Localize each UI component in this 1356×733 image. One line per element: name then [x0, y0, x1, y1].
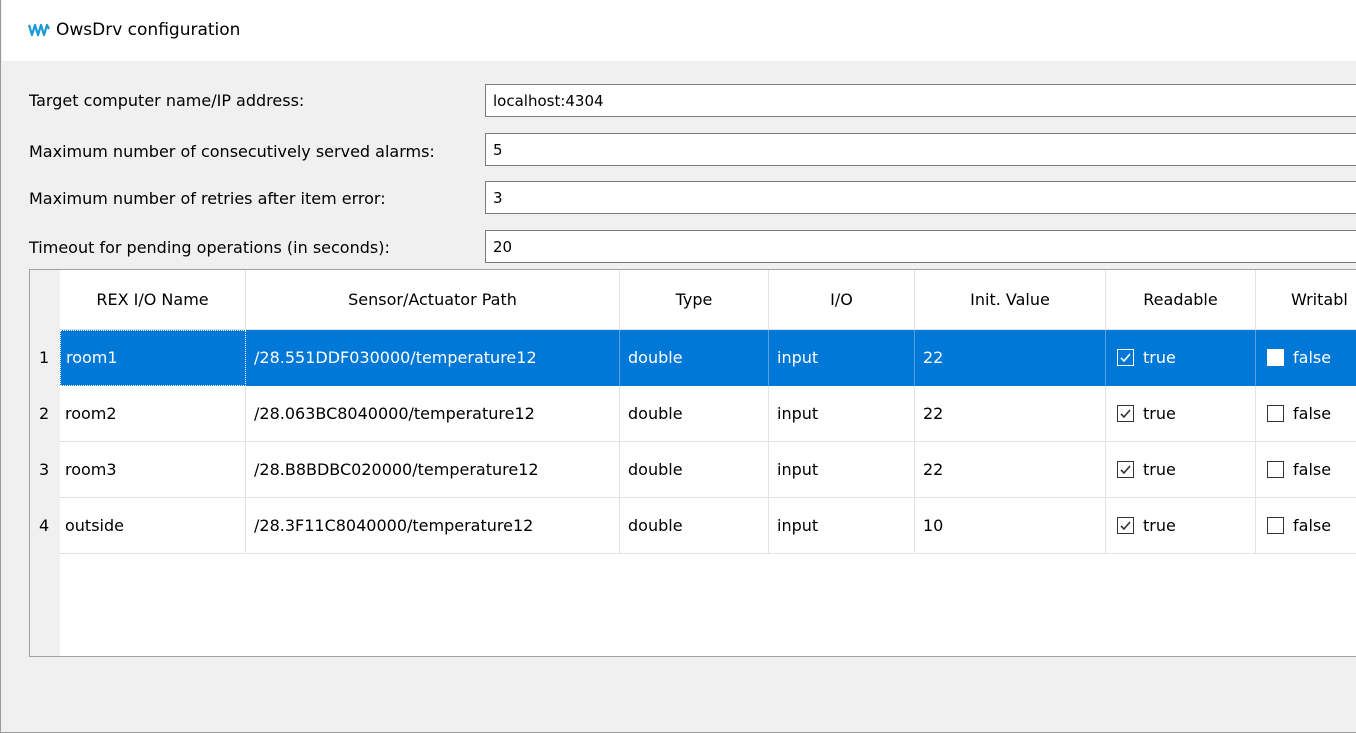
title-bar: OwsDrv configuration — [2, 0, 1356, 61]
row-header[interactable]: 2 — [30, 386, 60, 442]
cell-path[interactable]: /28.B8BDBC020000/temperature12 — [246, 442, 620, 498]
cell-readable[interactable]: true — [1106, 498, 1256, 554]
cell-readable[interactable]: true — [1106, 386, 1256, 442]
cell-writable[interactable]: false — [1256, 330, 1356, 386]
checkbox-label: true — [1143, 403, 1176, 423]
cell-io[interactable]: input — [769, 386, 915, 442]
checkbox-unchecked[interactable] — [1267, 517, 1284, 534]
rex-logo-icon — [28, 24, 50, 36]
checkbox-unchecked[interactable] — [1267, 349, 1284, 366]
cell-path[interactable]: /28.063BC8040000/temperature12 — [246, 386, 620, 442]
cell-init-value[interactable]: 22 — [915, 442, 1106, 498]
column-header-type[interactable]: Type — [620, 270, 769, 330]
cell-writable[interactable]: false — [1256, 386, 1356, 442]
io-table: REX I/O Name Sensor/Actuator Path Type I… — [29, 269, 1356, 657]
column-header-name[interactable]: REX I/O Name — [60, 270, 246, 330]
cell-type[interactable]: double — [620, 330, 769, 386]
checkbox-checked[interactable] — [1117, 517, 1134, 534]
column-header-readable[interactable]: Readable — [1106, 270, 1256, 330]
cell-init-value[interactable]: 22 — [915, 386, 1106, 442]
target-address-input[interactable] — [485, 84, 1356, 117]
cell-io[interactable]: input — [769, 442, 915, 498]
cell-readable[interactable]: true — [1106, 442, 1256, 498]
column-header-io[interactable]: I/O — [769, 270, 915, 330]
table-row[interactable]: room3/28.B8BDBC020000/temperature12 doubl… — [60, 442, 1356, 498]
checkbox-label: true — [1143, 347, 1176, 367]
cell-readable[interactable]: true — [1106, 330, 1256, 386]
checkbox-label: false — [1293, 347, 1332, 367]
max-alarms-input[interactable] — [485, 133, 1356, 166]
checkbox-unchecked[interactable] — [1267, 461, 1284, 478]
cell-type[interactable]: double — [620, 498, 769, 554]
checkbox-label: false — [1293, 403, 1332, 423]
checkbox-label: false — [1293, 459, 1332, 479]
cell-type[interactable]: double — [620, 442, 769, 498]
cell-name[interactable]: room3 — [60, 442, 246, 498]
cell-io[interactable]: input — [769, 330, 915, 386]
checkbox-checked[interactable] — [1117, 461, 1134, 478]
alarms-label: Maximum number of consecutively served a… — [29, 142, 435, 161]
checkbox-checked[interactable] — [1117, 349, 1134, 366]
column-header-init-value[interactable]: Init. Value — [915, 270, 1106, 330]
column-header-path[interactable]: Sensor/Actuator Path — [246, 270, 620, 330]
cell-name[interactable]: room2 — [60, 386, 246, 442]
row-header[interactable]: 1 — [30, 330, 60, 386]
row-header[interactable]: 3 — [30, 442, 60, 498]
cell-init-value[interactable]: 22 — [915, 330, 1106, 386]
cell-io[interactable]: input — [769, 498, 915, 554]
target-label: Target computer name/IP address: — [29, 91, 305, 110]
checkbox-unchecked[interactable] — [1267, 405, 1284, 422]
table-corner[interactable] — [30, 270, 60, 330]
max-retries-input[interactable] — [485, 181, 1356, 214]
checkbox-label: true — [1143, 515, 1176, 535]
cell-init-value[interactable]: 10 — [915, 498, 1106, 554]
cell-type[interactable]: double — [620, 386, 769, 442]
checkbox-label: true — [1143, 459, 1176, 479]
row-header[interactable]: 4 — [30, 498, 60, 554]
cell-writable[interactable]: false — [1256, 498, 1356, 554]
config-window: OwsDrv configuration Target computer nam… — [0, 0, 1356, 733]
timeout-label: Timeout for pending operations (in secon… — [29, 238, 390, 257]
retries-label: Maximum number of retries after item err… — [29, 189, 386, 208]
window-title: OwsDrv configuration — [56, 20, 241, 40]
cell-name[interactable]: outside — [60, 498, 246, 554]
timeout-input[interactable] — [485, 230, 1356, 263]
cell-path[interactable]: /28.551DDF030000/temperature12 — [246, 330, 620, 386]
cell-writable[interactable]: false — [1256, 442, 1356, 498]
column-header-writable[interactable]: Writabl — [1256, 270, 1356, 330]
cell-path[interactable]: /28.3F11C8040000/temperature12 — [246, 498, 620, 554]
cell-name[interactable]: room1 — [60, 330, 246, 386]
table-row[interactable]: room2/28.063BC8040000/temperature12 doubl… — [60, 386, 1356, 442]
checkbox-checked[interactable] — [1117, 405, 1134, 422]
checkbox-label: false — [1293, 515, 1332, 535]
table-row[interactable]: room1/28.551DDF030000/temperature12 doubl… — [60, 330, 1356, 386]
table-row[interactable]: outside/28.3F11C8040000/temperature12 dou… — [60, 498, 1356, 554]
